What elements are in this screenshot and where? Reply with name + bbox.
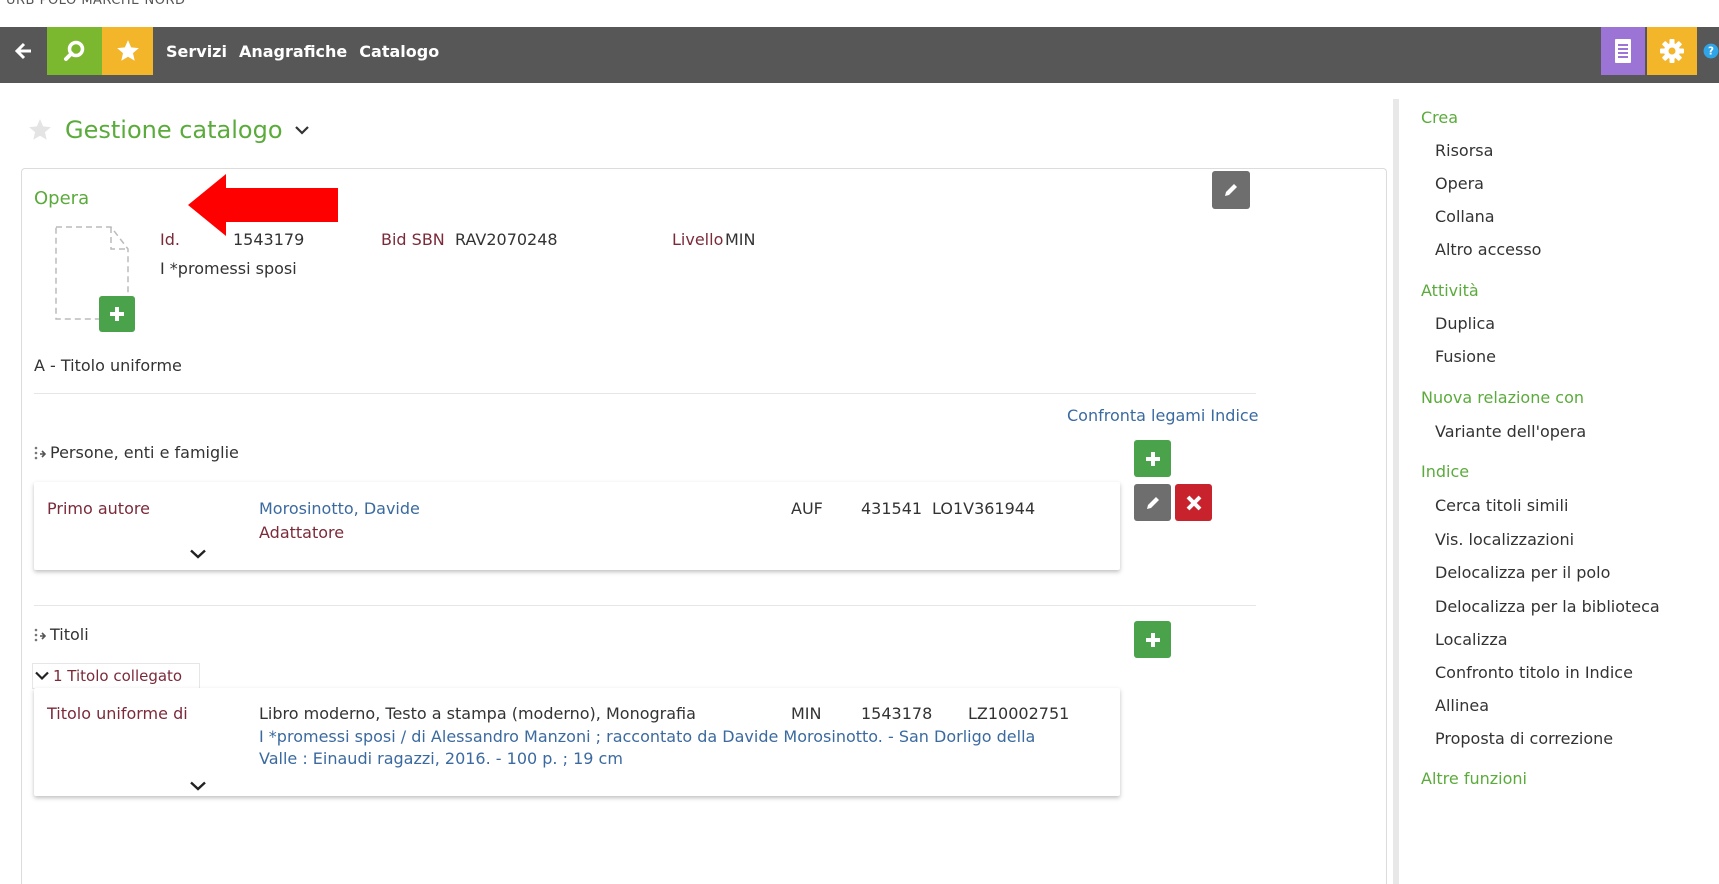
person-role: Primo autore: [47, 499, 150, 518]
plus-icon: [110, 307, 124, 321]
sidebar-item-proposta-correzione[interactable]: Proposta di correzione: [1435, 729, 1613, 748]
sidebar-item-opera[interactable]: Opera: [1435, 174, 1484, 193]
title-level: MIN: [791, 704, 822, 723]
sidebar-item-delocalizza-biblioteca[interactable]: Delocalizza per la biblioteca: [1435, 597, 1660, 616]
chevron-down-icon[interactable]: [294, 125, 309, 135]
person-code: AUF: [791, 499, 823, 518]
divider: [34, 393, 1256, 394]
help-icon: ?: [1703, 43, 1719, 59]
bid-value: RAV2070248: [455, 230, 558, 249]
search-button[interactable]: [47, 27, 102, 75]
sidebar-section-crea: Crea: [1421, 108, 1459, 127]
gear-icon: [1660, 39, 1684, 63]
delete-person-button[interactable]: [1175, 484, 1212, 521]
sidebar-item-collana[interactable]: Collana: [1435, 207, 1495, 226]
chevron-down-icon: [190, 781, 206, 791]
title-desc: Libro moderno, Testo a stampa (moderno),…: [259, 704, 696, 723]
main-nav: Servizi Anagrafiche Catalogo: [166, 27, 439, 75]
page-header: Gestione catalogo: [27, 116, 309, 144]
edit-button[interactable]: [1212, 171, 1250, 209]
star-icon: [116, 40, 139, 61]
sidebar-item-cerca-titoli-simili[interactable]: Cerca titoli simili: [1435, 496, 1568, 515]
plus-icon: [1145, 451, 1160, 466]
settings-button[interactable]: [1647, 27, 1697, 75]
help-button[interactable]: ?: [1699, 27, 1719, 75]
sidebar-item-confronto-titolo[interactable]: Confronto titolo in Indice: [1435, 663, 1633, 682]
sidebar-item-fusione[interactable]: Fusione: [1435, 347, 1496, 366]
sidebar-item-variante-opera[interactable]: Variante dell'opera: [1435, 422, 1586, 441]
plus-icon: [1145, 632, 1160, 647]
livello-label: Livello: [672, 230, 724, 249]
star-icon[interactable]: [27, 117, 53, 143]
sidebar-section-altre-funzioni: Altre funzioni: [1421, 769, 1527, 788]
sidebar-item-duplica[interactable]: Duplica: [1435, 314, 1495, 333]
opera-card: Opera Id. 1543179 Bid SBN RAV2070248 Liv…: [21, 168, 1387, 884]
document-icon: [1615, 39, 1631, 63]
title-id: 1543178: [861, 704, 933, 723]
close-icon: [1186, 495, 1201, 510]
linked-titles-label: 1 Titolo collegato: [53, 667, 183, 685]
svg-text:?: ?: [1708, 45, 1714, 57]
nav-servizi[interactable]: Servizi: [166, 42, 227, 61]
linked-titles-toggle[interactable]: 1 Titolo collegato: [32, 663, 200, 689]
title-role: Titolo uniforme di: [47, 704, 188, 723]
annotation-arrow-icon: [188, 174, 338, 236]
search-icon: [63, 40, 84, 61]
divider: [34, 605, 1256, 606]
pencil-icon: [1225, 184, 1237, 196]
edit-person-button[interactable]: [1134, 484, 1171, 521]
chevron-down-icon: [190, 549, 206, 559]
document-button[interactable]: [1601, 27, 1645, 75]
title-record-line1[interactable]: I *promessi sposi / di Alessandro Manzon…: [259, 727, 1035, 746]
title-row: Titolo uniforme di Libro moderno, Testo …: [34, 688, 1120, 796]
sidebar-item-risorsa[interactable]: Risorsa: [1435, 141, 1493, 160]
livello-value: MIN: [725, 230, 756, 249]
nav-anagrafiche[interactable]: Anagrafiche: [239, 42, 347, 61]
id-label: Id.: [160, 230, 180, 249]
persone-header[interactable]: Persone, enti e famiglie: [34, 443, 239, 462]
person-id: 431541: [861, 499, 923, 518]
sidebar-section-attivita: Attività: [1421, 281, 1479, 300]
back-button[interactable]: [0, 27, 47, 75]
title-sbn: LZ10002751: [968, 704, 1070, 723]
sidebar-item-vis-localizzazioni[interactable]: Vis. localizzazioni: [1435, 530, 1574, 549]
compare-links-link[interactable]: Confronta legami Indice: [1067, 406, 1259, 425]
person-sbn: LO1V361944: [932, 499, 1036, 518]
sidebar-item-delocalizza-polo[interactable]: Delocalizza per il polo: [1435, 563, 1610, 582]
titoli-header-label: Titoli: [50, 625, 89, 644]
favorites-button[interactable]: [102, 27, 153, 75]
add-cover-button[interactable]: [99, 296, 135, 332]
section-title-opera: Opera: [34, 188, 90, 209]
add-person-button[interactable]: [1134, 440, 1171, 477]
opera-title: I *promessi sposi: [160, 259, 297, 278]
sidebar-section-indice: Indice: [1421, 462, 1470, 481]
actions-sidebar: Crea Risorsa Opera Collana Altro accesso…: [1393, 99, 1719, 884]
page-title: Gestione catalogo: [65, 116, 283, 144]
sidebar-item-allinea[interactable]: Allinea: [1435, 696, 1489, 715]
expand-person-button[interactable]: [190, 544, 206, 563]
titoli-header[interactable]: Titoli: [34, 625, 89, 644]
polo-name: URB POLO MARCHE NORD: [6, 0, 186, 8]
chevron-down-icon: [35, 671, 49, 681]
person-name-link[interactable]: Morosinotto, Davide: [259, 499, 420, 518]
sidebar-item-altro-accesso[interactable]: Altro accesso: [1435, 240, 1541, 259]
sidebar-item-localizza[interactable]: Localizza: [1435, 630, 1508, 649]
person-subrole: Adattatore: [259, 523, 345, 542]
add-title-button[interactable]: [1134, 621, 1171, 658]
drag-handle-icon: [34, 446, 47, 459]
sidebar-section-nuova-relazione: Nuova relazione con: [1421, 388, 1585, 407]
title-record-line2[interactable]: Valle : Einaudi ragazzi, 2016. - 100 p. …: [259, 749, 623, 768]
person-row: Primo autore Morosinotto, Davide Adattat…: [34, 482, 1120, 570]
bid-label: Bid SBN: [381, 230, 445, 249]
arrow-left-icon: [14, 42, 31, 60]
pencil-icon: [1146, 496, 1159, 509]
drag-handle-icon: [34, 628, 47, 641]
nav-catalogo[interactable]: Catalogo: [359, 42, 439, 61]
top-toolbar: Servizi Anagrafiche Catalogo ?: [0, 27, 1719, 83]
opera-type: A - Titolo uniforme: [34, 356, 182, 375]
persone-header-label: Persone, enti e famiglie: [50, 443, 239, 462]
expand-title-button[interactable]: [190, 776, 206, 795]
